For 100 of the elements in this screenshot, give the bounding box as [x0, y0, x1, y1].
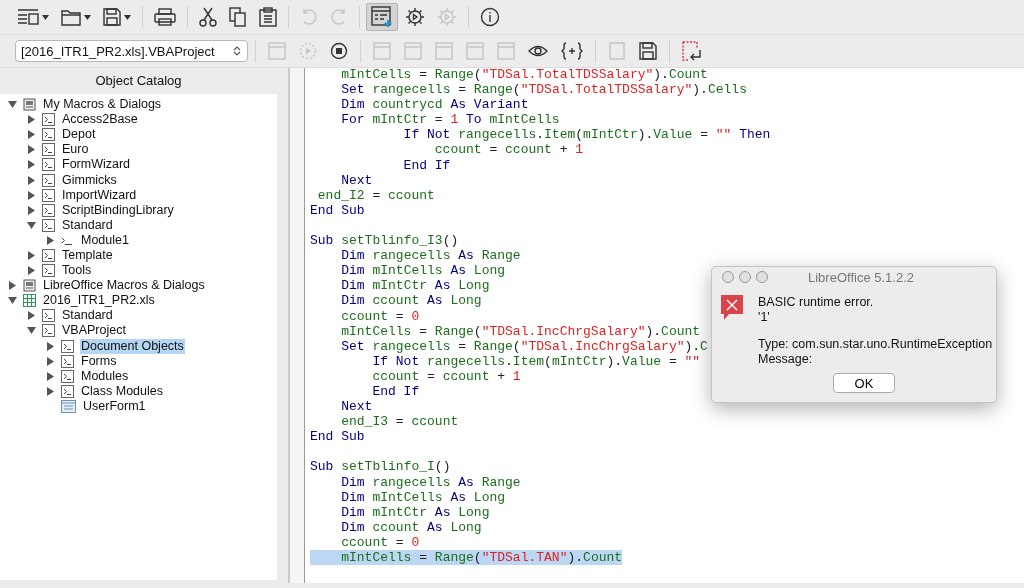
expand-arrow-icon[interactable]	[27, 130, 36, 140]
code-line: end_I3 = ccount	[340, 414, 459, 430]
dialog-icon	[61, 399, 76, 413]
tree-item[interactable]: Module1	[80, 232, 130, 248]
macro-container-icon	[23, 98, 36, 112]
tree-item[interactable]: UserForm1	[82, 398, 147, 414]
library-icon	[42, 264, 55, 278]
collapse-arrow-icon[interactable]	[27, 326, 36, 336]
tree-item[interactable]: 2016_ITR1_PR2.xls	[42, 293, 156, 309]
code-line: ccount = 0	[340, 534, 420, 550]
library-icon	[42, 188, 55, 202]
tree-item[interactable]: ImportWizard	[61, 187, 138, 203]
expand-arrow-icon[interactable]	[27, 251, 36, 260]
caret-icon	[84, 14, 91, 20]
tree-item[interactable]: ScriptBindingLibrary	[61, 202, 175, 218]
code-line: ccount = ccount + 1	[371, 368, 521, 384]
library-icon	[42, 113, 55, 127]
collapse-arrow-icon[interactable]	[8, 100, 17, 110]
collapse-arrow-icon[interactable]	[8, 296, 17, 306]
expand-arrow-icon[interactable]	[27, 311, 36, 321]
spreadsheet-icon	[23, 294, 36, 308]
ok-button[interactable]: OK	[833, 373, 895, 393]
message-label: Message:	[758, 352, 814, 367]
expand-arrow-icon[interactable]	[8, 281, 17, 291]
tree-item[interactable]: Access2Base	[61, 112, 139, 128]
expand-arrow-icon[interactable]	[46, 371, 55, 381]
code-line: Set rangecells = Range("TDSal.TotalTDSSalary").Cells	[340, 82, 747, 98]
library-icon	[42, 173, 55, 187]
dialog-form-icon[interactable]	[366, 3, 398, 31]
expand-arrow-icon[interactable]	[46, 235, 55, 245]
dialog-title: LibreOffice 5.1.2.2	[808, 269, 914, 285]
library-icon	[61, 384, 74, 398]
expand-arrow-icon[interactable]	[46, 341, 55, 351]
library-icon	[42, 158, 55, 172]
library-icon	[42, 203, 55, 217]
library-dropdown[interactable]: [2016_ITR1_PR2.xls].VBAProject	[15, 40, 248, 62]
code-line: End If	[402, 157, 451, 173]
code-line: Set rangecells = Range("TDSal.IncChrgSalary").C	[340, 338, 708, 354]
expand-arrow-icon[interactable]	[27, 175, 36, 185]
library-icon	[61, 354, 74, 368]
list-icon	[17, 8, 39, 26]
caret-icon	[42, 14, 49, 20]
tree-item[interactable]: FormWizard	[61, 157, 132, 173]
code-line: Sub setTblinfo_I3()	[310, 233, 459, 249]
error-icon	[721, 295, 743, 321]
tree-item[interactable]: Standard	[61, 217, 114, 233]
code-line: Next	[340, 399, 373, 415]
code-line: End Sub	[310, 202, 365, 218]
code-line: Dim countrycd As Variant	[340, 97, 529, 113]
tree-item[interactable]: Document Objects	[80, 338, 185, 354]
macro-container-icon	[23, 279, 36, 293]
updown-arrows-icon	[233, 45, 241, 57]
error-type: Type: com.sun.star.uno.RuntimeException	[758, 337, 993, 352]
expand-arrow-icon[interactable]	[27, 160, 36, 170]
tree-item[interactable]: LibreOffice Macros & Dialogs	[42, 278, 206, 294]
folder-icon	[61, 8, 81, 26]
window-controls-icon	[722, 271, 768, 283]
code-line: If Not rangecells.Item(mIntCtr).Value = "" Then	[402, 127, 771, 143]
library-icon	[42, 128, 55, 142]
code-line: Dim rangecells As Range	[340, 248, 521, 264]
code-line: End If	[371, 383, 420, 400]
expand-arrow-icon[interactable]	[27, 266, 36, 276]
tree-item[interactable]: Template	[61, 248, 114, 263]
expand-arrow-icon[interactable]	[46, 356, 55, 366]
expand-arrow-icon[interactable]	[27, 190, 36, 200]
collapse-arrow-icon[interactable]	[27, 220, 36, 230]
code-line: If Not rangecells.Item(mIntCtr).Value = ""	[371, 353, 701, 369]
expand-arrow-icon[interactable]	[27, 145, 36, 155]
tree-item[interactable]: My Macros & Dialogs	[42, 97, 163, 113]
expand-arrow-icon[interactable]	[27, 205, 36, 215]
error-heading: BASIC runtime error.	[758, 295, 875, 310]
library-icon	[42, 324, 55, 338]
tree-item[interactable]: Standard	[61, 308, 114, 324]
panel-title: Object Catalog	[94, 72, 183, 90]
code-line: Dim rangecells As Range	[340, 474, 521, 490]
code-line: End Sub	[310, 429, 365, 445]
code-line: For mIntCtr = 1 To mIntCells	[340, 112, 560, 128]
expand-arrow-icon[interactable]	[46, 386, 55, 396]
code-line: Dim ccount As Long	[340, 519, 482, 535]
code-line: Dim mIntCells As Long	[340, 489, 506, 505]
expand-arrow-icon[interactable]	[27, 115, 36, 125]
tree-item[interactable]: Class Modules	[80, 383, 164, 399]
tree-item[interactable]: Tools	[61, 263, 93, 279]
tree-item[interactable]: Euro	[61, 142, 90, 158]
code-line: Dim ccount As Long	[340, 293, 482, 309]
tree-item[interactable]: Forms	[80, 353, 118, 369]
code-line: end_I2 = ccount	[316, 187, 435, 203]
library-icon	[42, 143, 55, 157]
tree-item[interactable]: Depot	[61, 127, 97, 143]
code-line: Dim mIntCtr As Long	[340, 504, 490, 520]
library-icon	[42, 218, 55, 232]
tree-item[interactable]: VBAProject	[61, 323, 127, 339]
library-icon	[61, 339, 74, 353]
code-line: Dim mIntCtr As Long	[340, 278, 490, 294]
code-line: Dim mIntCells As Long	[340, 263, 506, 279]
tree-item[interactable]: Gimmicks	[61, 172, 118, 188]
tree-item[interactable]: Modules	[80, 368, 130, 384]
library-icon	[42, 249, 55, 262]
library-icon	[61, 369, 74, 383]
error-code: '1'	[758, 310, 771, 325]
